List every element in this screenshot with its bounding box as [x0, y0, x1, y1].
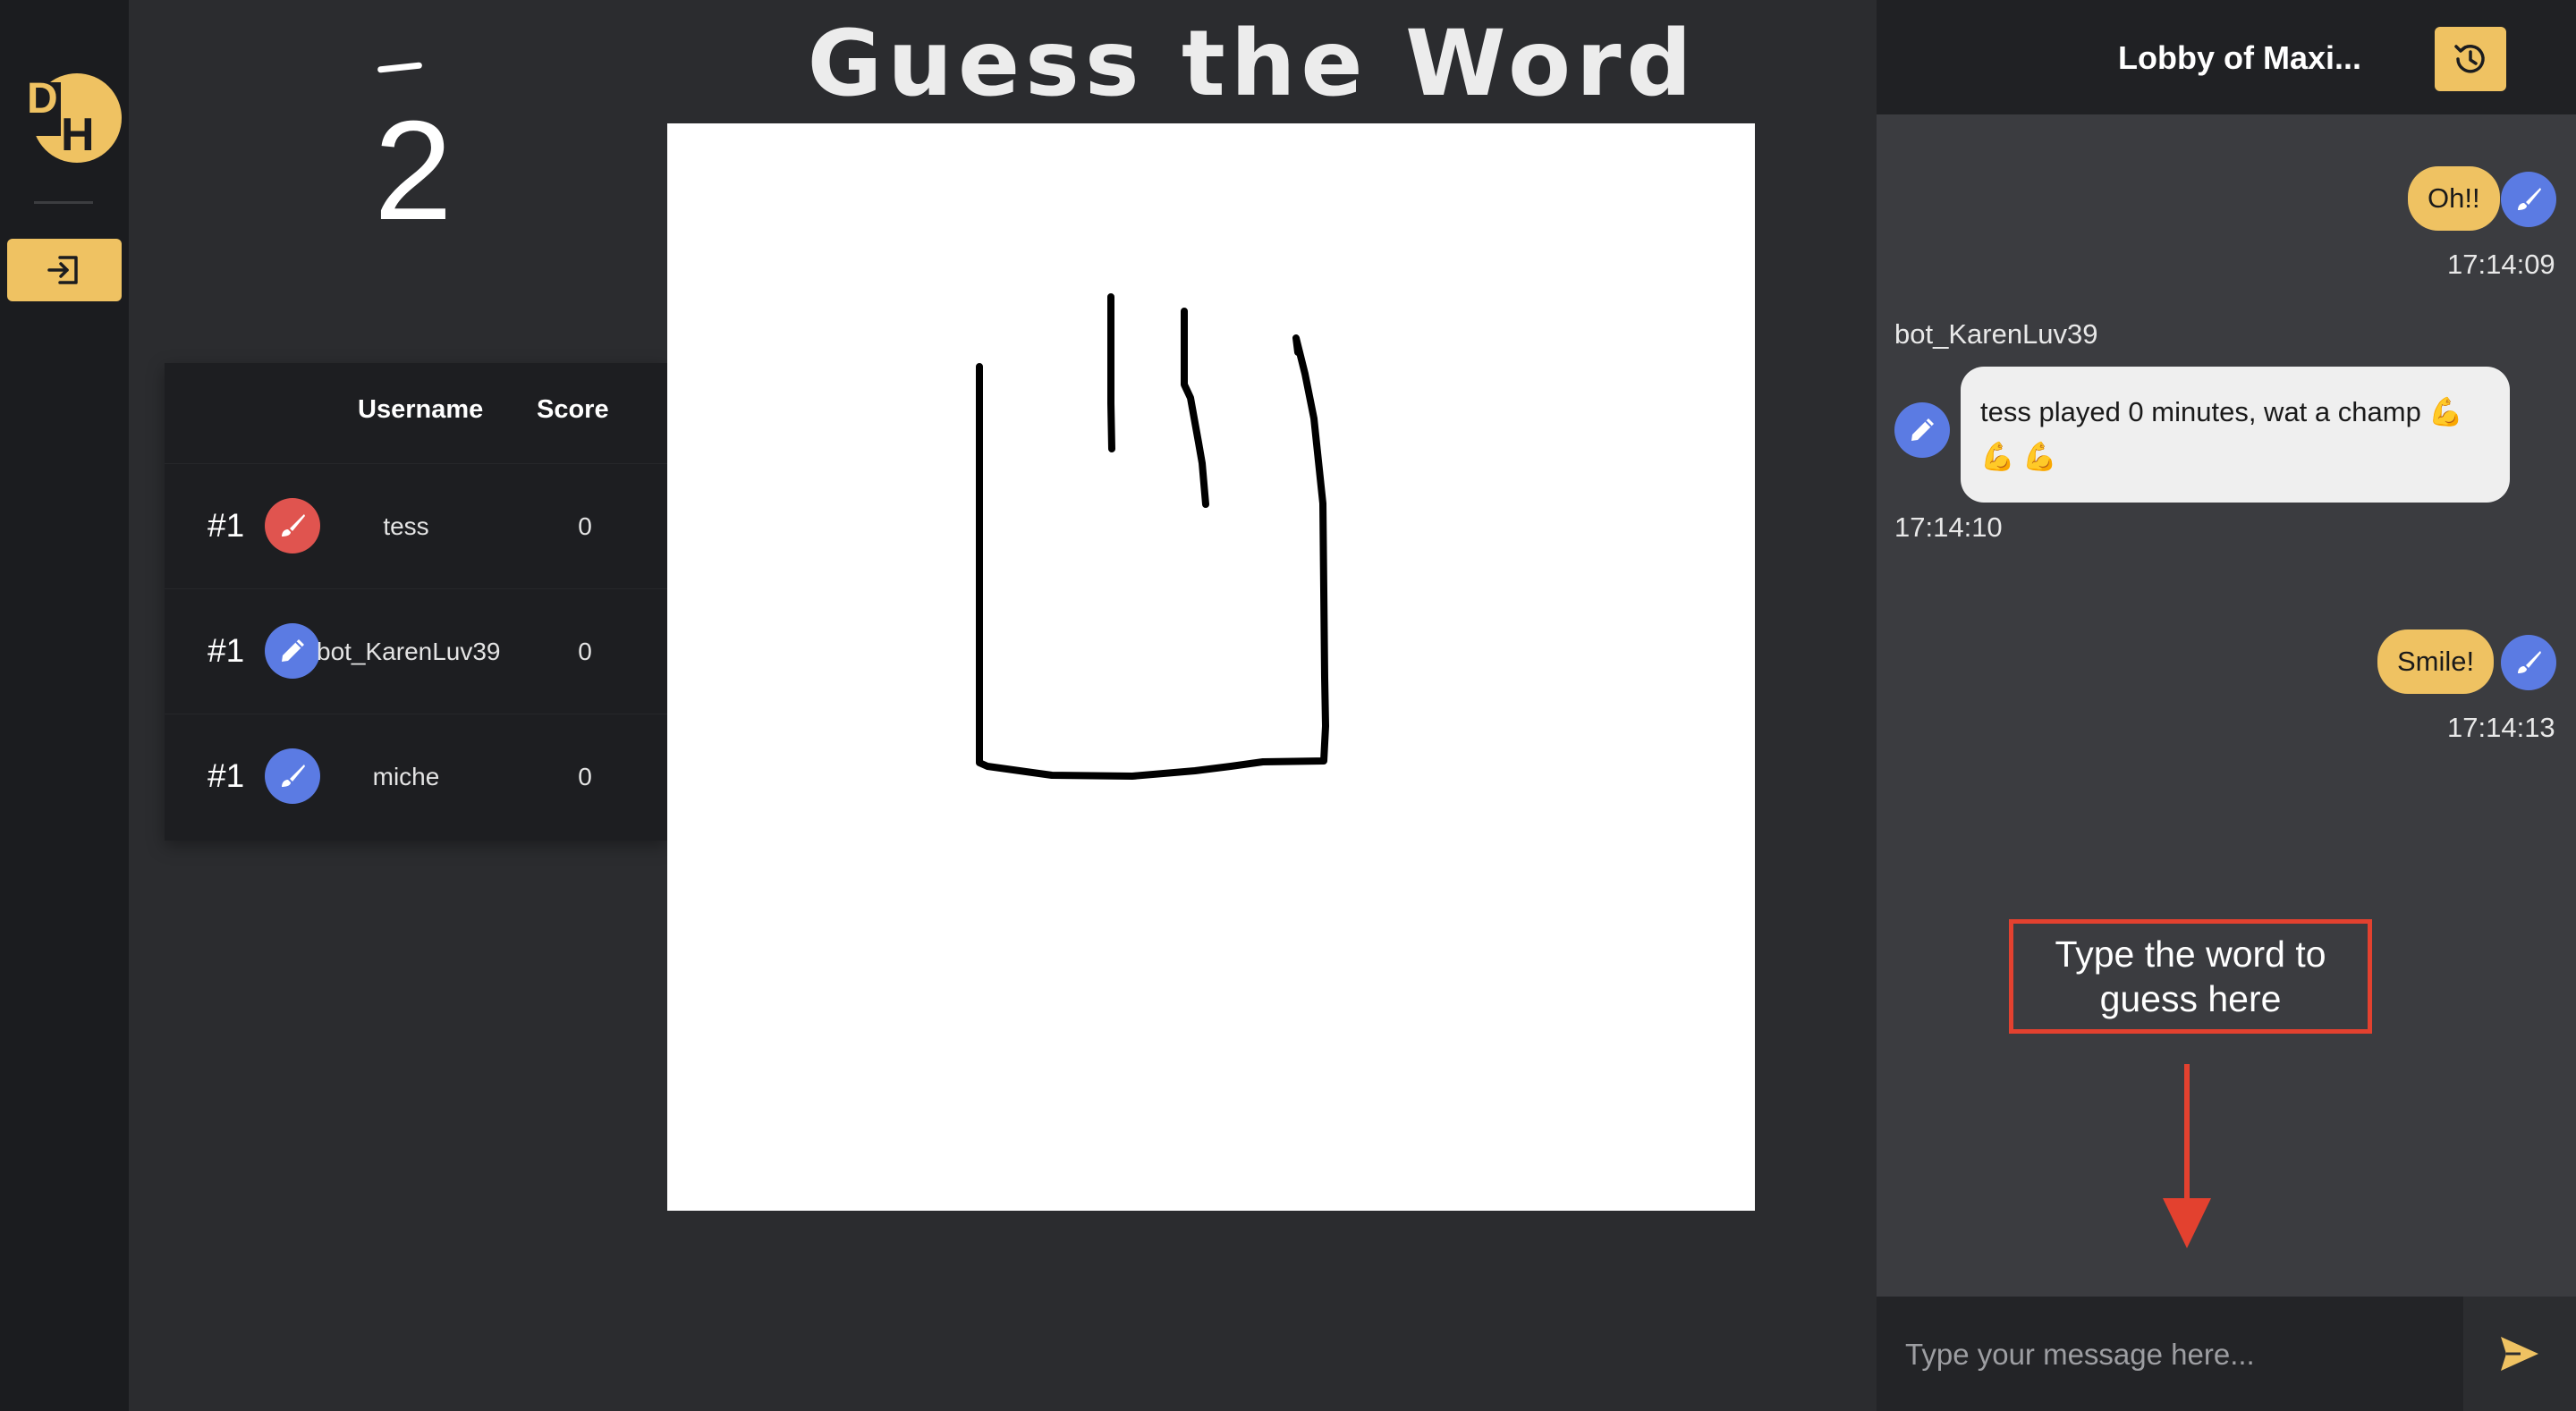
- scoreboard-row: #1 bot_KarenLuv39 0: [165, 588, 667, 714]
- brush-icon: [2501, 172, 2556, 227]
- pencil-icon: [265, 623, 320, 679]
- message-time: 17:14:10: [1894, 511, 2003, 543]
- history-button[interactable]: [2435, 27, 2506, 91]
- drawing-canvas[interactable]: [667, 123, 1755, 1211]
- app-logo: D H: [21, 73, 122, 163]
- round-timer: 2: [374, 92, 453, 249]
- history-icon: [2454, 45, 2485, 73]
- player-score: 0: [578, 512, 592, 540]
- nav-rail: D H: [0, 0, 129, 1411]
- drawing-strokes: [976, 293, 1329, 780]
- chat-message-bubble: tess played 0 minutes, wat a champ 💪 💪 💪: [1961, 367, 2510, 503]
- player-score: 0: [578, 638, 592, 665]
- player-rank: #1: [208, 632, 245, 669]
- send-icon: [2501, 1337, 2538, 1371]
- logo-letter-h: H: [61, 109, 95, 161]
- chat-panel: Lobby of Maxi... Oh!! 17:14:09 bot_Karen…: [1877, 0, 2576, 1411]
- hint-arrow: [2184, 1064, 2190, 1216]
- message-time: 17:14:09: [2447, 249, 2555, 280]
- timer-indicator: [377, 62, 423, 73]
- scoreboard-row: #1 tess 0: [165, 463, 667, 589]
- message-time: 17:14:13: [2447, 712, 2555, 743]
- brush-icon: [265, 498, 320, 553]
- player-score: 0: [578, 763, 592, 790]
- score-header: Score: [537, 395, 609, 424]
- rail-divider: [34, 201, 93, 204]
- player-rank: #1: [208, 757, 245, 794]
- logo-letter-d: D: [27, 75, 58, 123]
- brush-icon: [265, 748, 320, 804]
- guess-hint-annotation: Type the word to guess here: [2009, 919, 2372, 1034]
- message-input[interactable]: [1903, 1320, 2444, 1390]
- exit-icon: [47, 256, 78, 284]
- pencil-icon: [1894, 402, 1950, 458]
- page-title: Guess the Word: [807, 11, 1698, 117]
- lobby-title: Lobby of Maxi...: [2118, 39, 2362, 76]
- player-username: miche: [372, 763, 440, 790]
- player-username: bot_KarenLuv39: [317, 638, 501, 665]
- player-username: tess: [383, 512, 429, 540]
- hint-arrow-head: [2163, 1198, 2211, 1248]
- message-sender: bot_KarenLuv39: [1894, 318, 2098, 350]
- brush-icon: [2501, 635, 2556, 690]
- send-button[interactable]: [2463, 1297, 2576, 1411]
- chat-header: Lobby of Maxi...: [1877, 0, 2576, 114]
- chat-message-bubble: Smile!: [2377, 629, 2495, 694]
- message-input-bar: [1877, 1297, 2576, 1411]
- scoreboard-row: #1 miche 0: [165, 714, 667, 840]
- chat-message-bubble: Oh!!: [2408, 166, 2500, 231]
- exit-lobby-button[interactable]: [7, 239, 122, 301]
- player-rank: #1: [208, 507, 245, 544]
- scoreboard: Username Score #1 tess 0 #1 bot_KarenLuv…: [165, 363, 667, 841]
- username-header: Username: [358, 395, 484, 424]
